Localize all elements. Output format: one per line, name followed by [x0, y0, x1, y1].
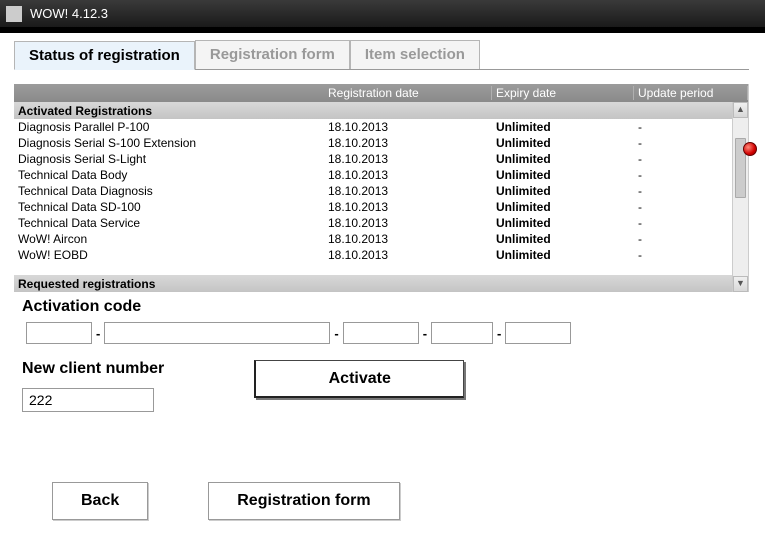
registration-form-button[interactable]: Registration form	[208, 482, 399, 520]
cell-date: 18.10.2013	[324, 168, 492, 182]
cell-name: Technical Data Body	[14, 168, 324, 182]
table-header: Registration date Expiry date Update per…	[14, 84, 748, 102]
code-part-3[interactable]	[343, 322, 419, 344]
cell-expiry: Unlimited	[492, 184, 634, 198]
titlebar: WOW! 4.12.3	[0, 0, 765, 28]
cell-date: 18.10.2013	[324, 120, 492, 134]
tab-bar: Status of registration Registration form…	[14, 40, 749, 70]
table-row[interactable]: Technical Data Service18.10.2013Unlimite…	[14, 215, 748, 231]
cell-date: 18.10.2013	[324, 136, 492, 150]
table-row[interactable]: WoW! EOBD18.10.2013Unlimited-	[14, 247, 748, 263]
cell-expiry: Unlimited	[492, 120, 634, 134]
cell-expiry: Unlimited	[492, 152, 634, 166]
code-sep: -	[495, 326, 503, 341]
cell-update: -	[634, 232, 748, 246]
cell-name: WoW! Aircon	[14, 232, 324, 246]
code-part-2[interactable]	[104, 322, 330, 344]
table-row[interactable]: Diagnosis Serial S-Light18.10.2013Unlimi…	[14, 151, 748, 167]
code-part-4[interactable]	[431, 322, 493, 344]
table-scrollbar[interactable]: ▲ ▼	[732, 102, 748, 292]
table-row[interactable]: Diagnosis Serial S-100 Extension18.10.20…	[14, 135, 748, 151]
scroll-up-icon[interactable]: ▲	[733, 102, 748, 118]
titlebar-border	[0, 28, 765, 33]
col-expiry-date: Expiry date	[492, 86, 634, 100]
table-row[interactable]: Technical Data Body18.10.2013Unlimited-	[14, 167, 748, 183]
table-row[interactable]: WoW! Aircon18.10.2013Unlimited-	[14, 231, 748, 247]
new-client-number-label: New client number	[22, 360, 164, 378]
tab-item-selection[interactable]: Item selection	[350, 40, 480, 69]
cell-name: Diagnosis Parallel P-100	[14, 120, 324, 134]
activation-form: Activation code - - - - New client numbe…	[22, 298, 722, 520]
cell-name: Technical Data Service	[14, 216, 324, 230]
code-part-1[interactable]	[26, 322, 92, 344]
cell-name: Technical Data SD-100	[14, 200, 324, 214]
content-area: Status of registration Registration form…	[0, 40, 765, 520]
cell-update: -	[634, 184, 748, 198]
code-sep: -	[332, 326, 340, 341]
tab-registration-form[interactable]: Registration form	[195, 40, 350, 69]
cell-date: 18.10.2013	[324, 200, 492, 214]
cell-update: -	[634, 248, 748, 262]
cell-name: Technical Data Diagnosis	[14, 184, 324, 198]
cell-name: WoW! EOBD	[14, 248, 324, 262]
new-client-number-input[interactable]	[22, 388, 154, 412]
activation-code-label: Activation code	[22, 298, 722, 316]
code-sep: -	[421, 326, 429, 341]
table-row[interactable]: Technical Data SD-10018.10.2013Unlimited…	[14, 199, 748, 215]
cell-expiry: Unlimited	[492, 216, 634, 230]
scroll-thumb[interactable]	[735, 138, 746, 198]
cell-update: -	[634, 152, 748, 166]
window-title: WOW! 4.12.3	[30, 6, 108, 21]
cell-update: -	[634, 216, 748, 230]
tab-status-of-registration[interactable]: Status of registration	[14, 41, 195, 70]
section-activated-label: Activated Registrations	[14, 104, 324, 118]
cell-update: -	[634, 200, 748, 214]
col-update-period: Update period	[634, 86, 748, 100]
cell-date: 18.10.2013	[324, 248, 492, 262]
section-requested: Requested registrations	[14, 275, 748, 292]
activation-code-row: - - - -	[26, 322, 722, 344]
table-row[interactable]: Technical Data Diagnosis18.10.2013Unlimi…	[14, 183, 748, 199]
cell-expiry: Unlimited	[492, 168, 634, 182]
col-registration-date: Registration date	[324, 86, 492, 100]
registrations-table: Registration date Expiry date Update per…	[14, 84, 749, 292]
cell-expiry: Unlimited	[492, 200, 634, 214]
cell-date: 18.10.2013	[324, 216, 492, 230]
cell-update: -	[634, 120, 748, 134]
section-activated: Activated Registrations	[14, 102, 748, 119]
cell-update: -	[634, 136, 748, 150]
cell-name: Diagnosis Serial S-Light	[14, 152, 324, 166]
app-icon	[6, 6, 22, 22]
cell-expiry: Unlimited	[492, 136, 634, 150]
back-button[interactable]: Back	[52, 482, 148, 520]
scroll-track[interactable]	[733, 118, 748, 276]
section-requested-label: Requested registrations	[14, 277, 324, 291]
code-part-5[interactable]	[505, 322, 571, 344]
cell-expiry: Unlimited	[492, 232, 634, 246]
activate-button[interactable]: Activate	[254, 360, 464, 398]
cell-date: 18.10.2013	[324, 184, 492, 198]
table-row[interactable]: Diagnosis Parallel P-10018.10.2013Unlimi…	[14, 119, 748, 135]
cell-update: -	[634, 168, 748, 182]
cell-expiry: Unlimited	[492, 248, 634, 262]
scroll-down-icon[interactable]: ▼	[733, 276, 748, 292]
cell-date: 18.10.2013	[324, 152, 492, 166]
code-sep: -	[94, 326, 102, 341]
cell-date: 18.10.2013	[324, 232, 492, 246]
cell-name: Diagnosis Serial S-100 Extension	[14, 136, 324, 150]
